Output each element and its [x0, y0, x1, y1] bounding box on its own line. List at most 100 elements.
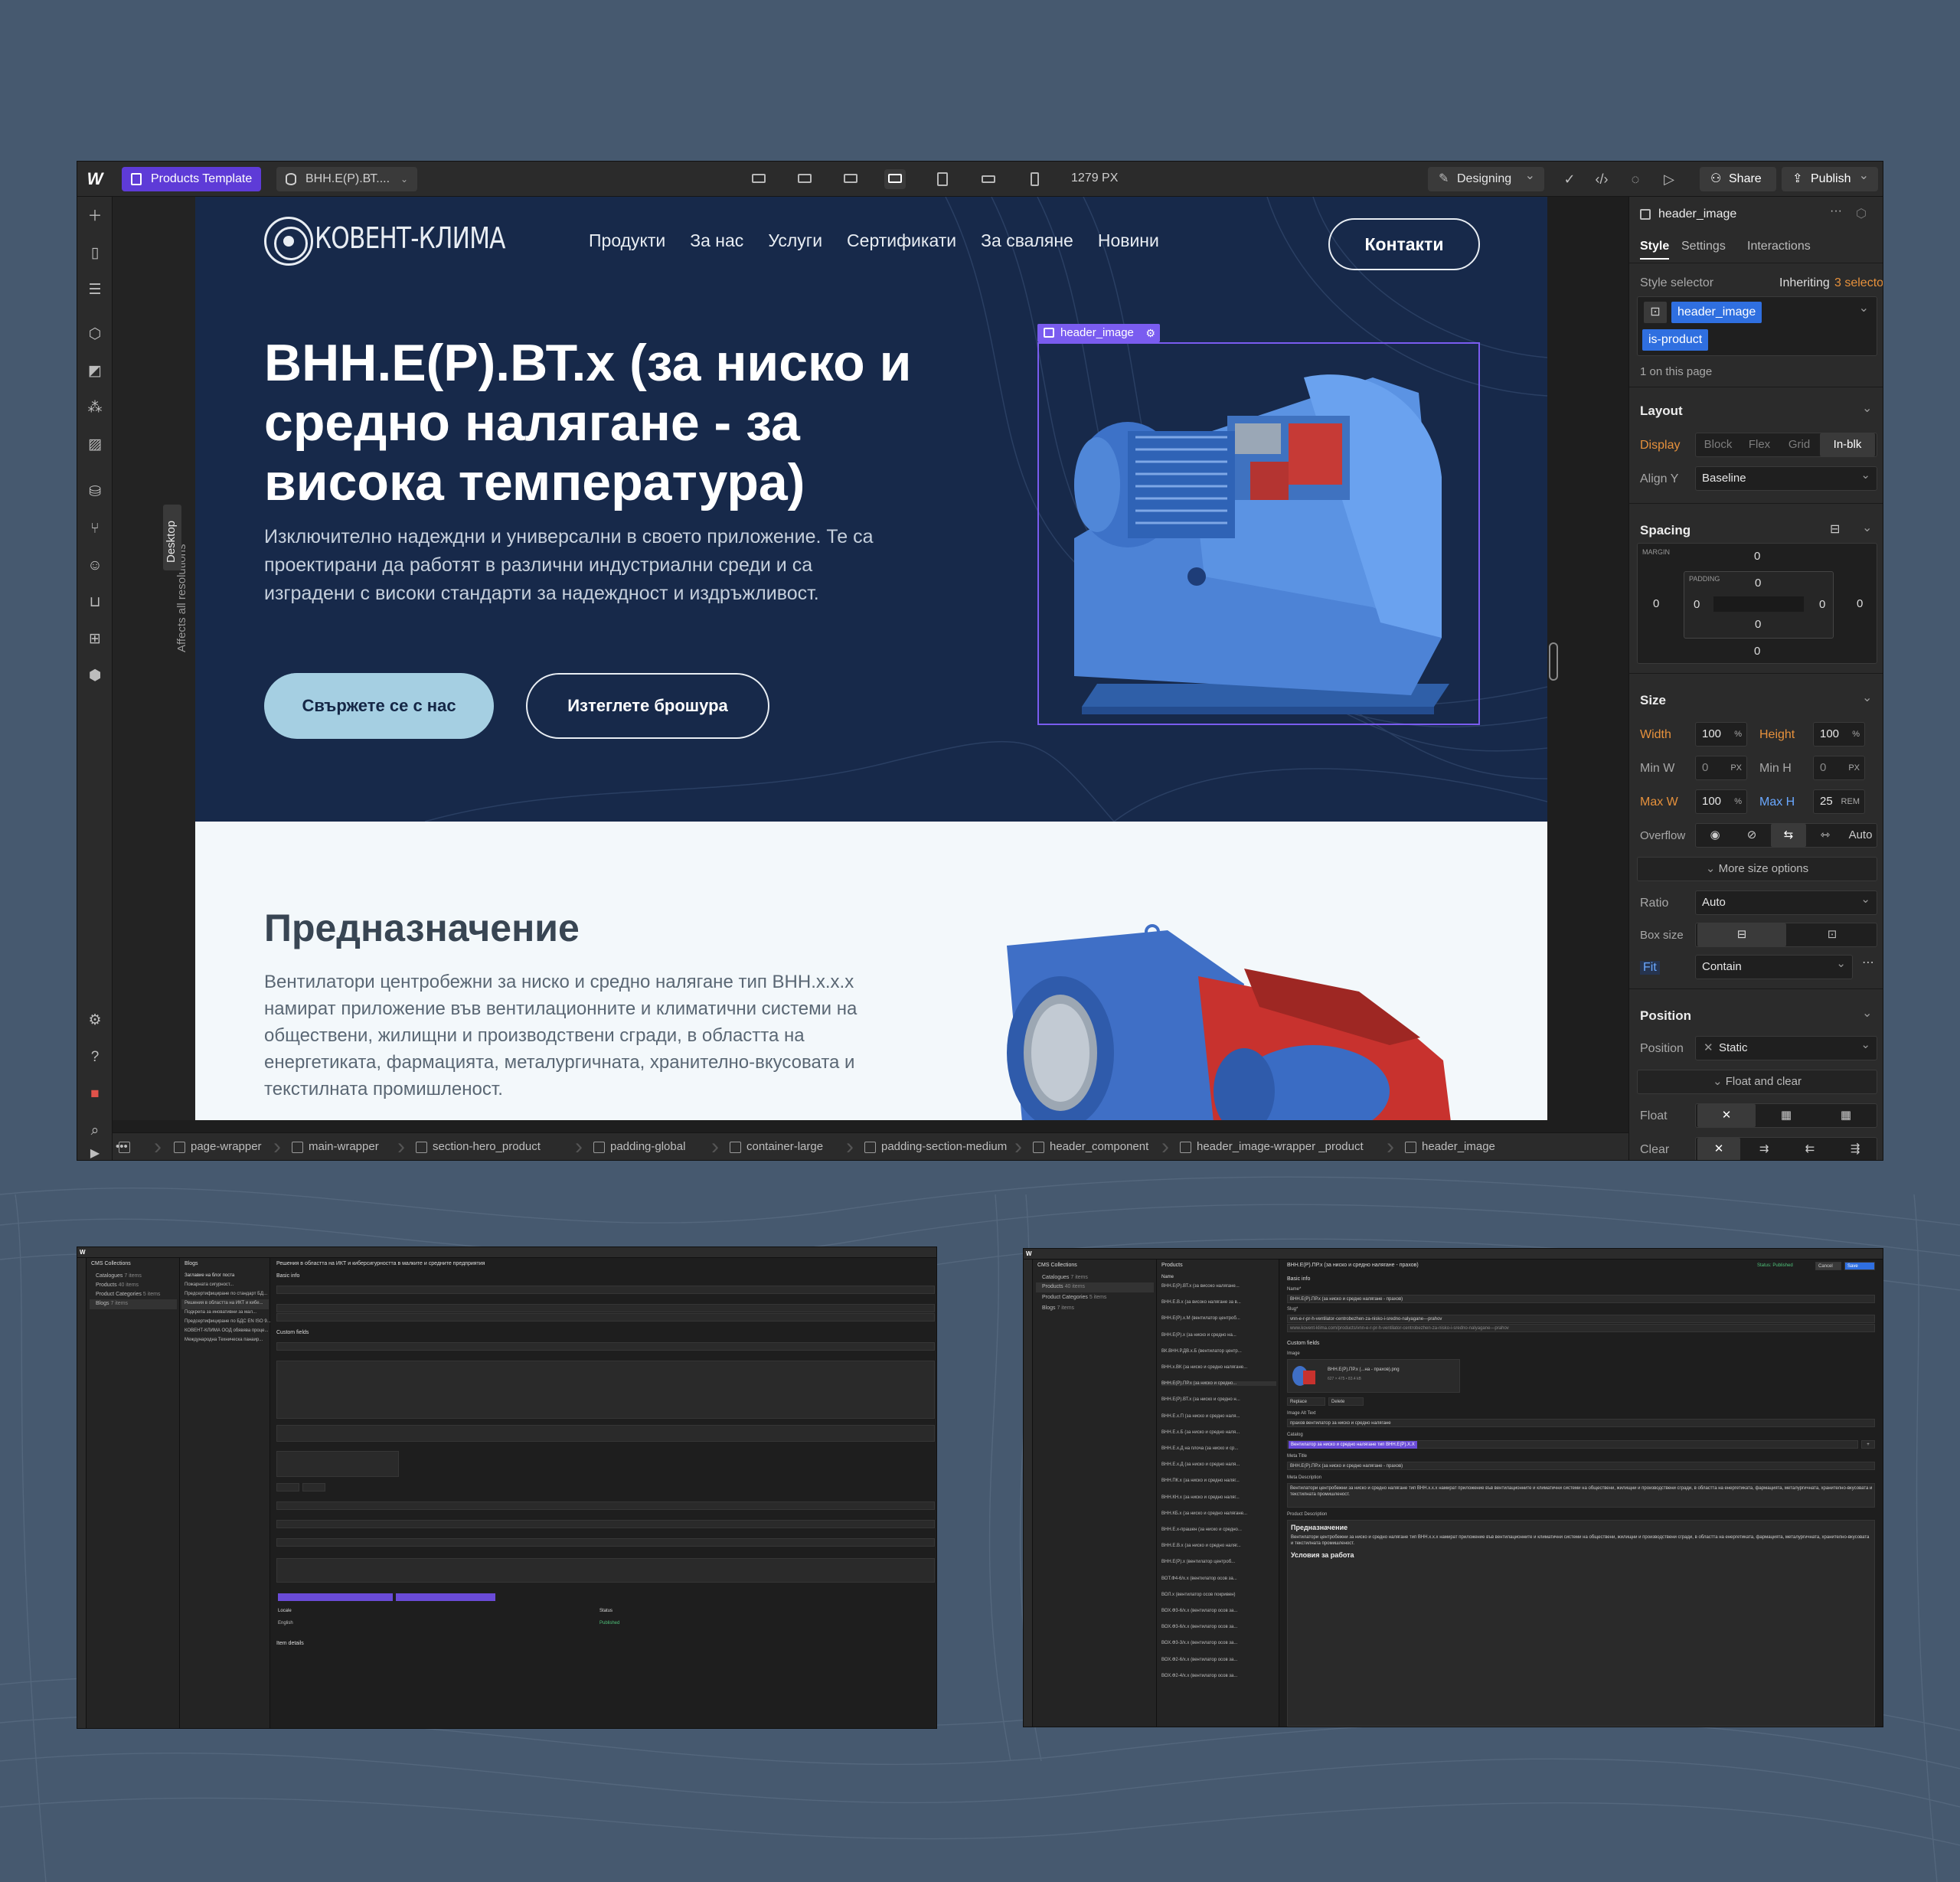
page-selector[interactable]: Products Template — [122, 167, 262, 191]
more-icon[interactable]: ••• — [116, 1140, 130, 1153]
audit-icon[interactable]: ■ — [86, 1085, 104, 1103]
list-item[interactable]: ВК.ВНН.Р.ДВ.х.Б (вентилатор центр... — [1161, 1349, 1242, 1354]
list-item[interactable]: ВОХ.Ф3-6/х.х (вентилатор осов за... — [1161, 1609, 1237, 1613]
nav-item-news[interactable]: Новини — [1098, 230, 1159, 251]
list-item[interactable]: Пожарната сигурност... — [185, 1282, 234, 1287]
alt-field[interactable]: прахов вентилатор за ниско и средно наля… — [1287, 1419, 1875, 1427]
collection-item[interactable]: Blogs 7 items — [96, 1301, 128, 1306]
collection-item[interactable]: Product Categories 5 items — [1042, 1295, 1106, 1300]
list-item[interactable]: ВОХ.Ф2-4/х.х (вентилатор осов за... — [1161, 1674, 1237, 1678]
overflow-scroll-icon[interactable]: ⇆ — [1771, 824, 1806, 847]
apps-icon[interactable]: ⊞ — [86, 630, 104, 649]
float-none-icon[interactable]: ✕ — [1697, 1104, 1756, 1127]
field[interactable] — [276, 1304, 935, 1312]
collection-item[interactable]: Products 40 items — [1042, 1284, 1085, 1289]
name-field[interactable]: ВНН.Е(Р).ПР.х (за ниско и средно наляган… — [1287, 1295, 1875, 1303]
class-tag-header-image[interactable]: header_image — [1671, 302, 1762, 323]
desktop-breakpoint-chip[interactable]: Desktop — [163, 505, 181, 570]
chevron-down-icon[interactable]: ⌄ — [1862, 400, 1872, 416]
breakpoint-tablet[interactable] — [932, 169, 953, 189]
max-width-input[interactable]: 100% — [1695, 789, 1747, 814]
float-clear-button[interactable]: ⌄ Float and clear — [1637, 1070, 1877, 1094]
spacing-preset-icon[interactable]: ⊟ — [1830, 521, 1840, 537]
padding-bottom[interactable]: 0 — [1755, 618, 1761, 631]
list-item[interactable]: Решения в областта на ИКТ и кибе... — [185, 1301, 263, 1305]
video-icon[interactable]: ▶ — [86, 1145, 104, 1160]
crumb-section-hero[interactable]: section-hero_product — [413, 1140, 541, 1153]
meta-desc-field[interactable]: Вентилатори центробежни за ниско и средн… — [1287, 1483, 1875, 1508]
list-item[interactable]: ВНН.Е(Р).х.М (вентилатор центроб... — [1161, 1316, 1240, 1321]
list-item[interactable]: ВНН.х.ВК (за ниско и средно налягане... — [1161, 1365, 1247, 1370]
code-icon[interactable]: ‹/› — [1593, 171, 1610, 188]
layout-section-title[interactable]: Layout — [1640, 404, 1683, 419]
spacing-section-title[interactable]: Spacing — [1640, 523, 1690, 538]
image-field[interactable] — [276, 1451, 399, 1477]
slug-field[interactable]: vnn-e-r-pr-h-ventilator-centrobezhen-za-… — [1287, 1315, 1875, 1323]
display-inline-block[interactable]: In-blk — [1820, 433, 1875, 456]
canvas-resize-handle[interactable] — [1549, 642, 1558, 681]
components-icon[interactable]: ⬡ — [86, 325, 104, 344]
crumb-page-wrapper[interactable]: page-wrapper — [171, 1140, 262, 1153]
display-grid[interactable]: Grid — [1780, 433, 1818, 456]
logic-icon[interactable]: ⑂ — [86, 520, 104, 538]
mode-selector[interactable]: ✎ Designing — [1428, 164, 1544, 191]
max-height-input[interactable]: 25 REM — [1813, 789, 1865, 814]
webflow-logo[interactable]: W — [83, 169, 106, 189]
crumb-padding-section[interactable]: padding-section-medium — [861, 1140, 1007, 1153]
catalog-pill[interactable]: Вентилатор за ниско и средно налягане ти… — [1289, 1441, 1417, 1449]
list-item[interactable]: ВОХ.Ф2-6/х.х (вентилатор осов за... — [1161, 1658, 1237, 1662]
gear-icon[interactable]: ⚙ — [1145, 324, 1155, 342]
padding-left[interactable]: 0 — [1694, 598, 1700, 611]
reference-pill[interactable] — [396, 1593, 495, 1601]
comment-icon[interactable]: ◌ — [1627, 171, 1644, 188]
slug-url[interactable]: www.kovent-klima.com/products/vnn-e-r-pr… — [1287, 1324, 1875, 1332]
list-item[interactable]: ВНН.Е(Р).ПР.х (за ниско и средно... — [1161, 1381, 1276, 1387]
chevron-down-icon[interactable]: ⌄ — [1862, 520, 1872, 535]
list-item[interactable]: ВНН.ПК.х (за ниско и средно наляг... — [1161, 1478, 1240, 1483]
list-item[interactable]: ВНН.Е(Р).х (за ниско и средно на... — [1161, 1333, 1236, 1338]
list-item[interactable]: ВОХ.Ф3-3/х.х (вентилатор осов за... — [1161, 1641, 1237, 1645]
list-item[interactable]: ВНН.Е.х.Д (за ниско и средно наля... — [1161, 1462, 1240, 1467]
fit-select[interactable]: Contain — [1695, 952, 1853, 979]
help-icon[interactable]: ? — [86, 1048, 104, 1067]
navigator-icon[interactable]: ☰ — [86, 281, 104, 299]
height-input[interactable]: 100% — [1813, 722, 1865, 747]
delete-button[interactable] — [302, 1483, 325, 1492]
list-item[interactable]: ВНН.Е.х-прашен (за ниско и средно... — [1161, 1527, 1242, 1532]
display-block[interactable]: Block — [1697, 433, 1739, 456]
chevron-down-icon[interactable]: ⌄ — [1862, 1005, 1872, 1021]
field[interactable] — [276, 1286, 935, 1294]
inheriting-count[interactable]: 3 selectors — [1834, 276, 1883, 290]
product-description-field[interactable]: Предназначение Вентилатори центробежни з… — [1287, 1520, 1875, 1727]
nav-item-products[interactable]: Продукти — [589, 230, 665, 251]
variables-icon[interactable]: ◩ — [86, 362, 104, 381]
collection-item[interactable]: Product Categories 5 items — [96, 1292, 160, 1297]
field[interactable] — [276, 1538, 935, 1547]
width-input[interactable]: 100% — [1695, 722, 1747, 747]
nav-item-downloads[interactable]: За сваляне — [981, 230, 1073, 251]
assets-icon[interactable]: ▨ — [86, 436, 104, 454]
clear-left-icon[interactable]: ⇉ — [1742, 1138, 1786, 1160]
hero-section[interactable]: КОВЕНТ-КЛИМА Продукти За нас Услуги Серт… — [195, 197, 1547, 822]
overflow-clip-icon[interactable]: ⇿ — [1808, 824, 1843, 847]
crumb-header-image-wrapper[interactable]: header_image-wrapper _product — [1177, 1140, 1364, 1153]
float-right-icon[interactable]: ▦ — [1817, 1104, 1875, 1127]
min-height-input[interactable]: 0 PX — [1813, 756, 1865, 780]
crumb-container-large[interactable]: container-large — [727, 1140, 823, 1153]
replace-button[interactable] — [276, 1483, 299, 1492]
cancel-button[interactable]: Cancel — [1815, 1262, 1841, 1270]
breakpoint-mobile-portrait[interactable] — [1024, 169, 1045, 189]
list-item[interactable]: ВНН.Е.х.П (за ниско и средно наля... — [1161, 1414, 1240, 1419]
breakpoint-desktop-md[interactable] — [840, 169, 861, 189]
display-flex[interactable]: Flex — [1740, 433, 1779, 456]
field[interactable] — [276, 1342, 935, 1351]
cms-icon[interactable]: ⛁ — [86, 483, 104, 502]
selector-field[interactable]: ⊡ header_image is-product ⌄ — [1637, 296, 1877, 356]
crumb-header-image[interactable]: header_image — [1402, 1140, 1495, 1153]
add-icon[interactable]: + — [1861, 1440, 1875, 1449]
align-y-select[interactable]: Baseline — [1695, 464, 1877, 491]
tab-settings[interactable]: Settings — [1681, 240, 1726, 253]
list-item[interactable]: ВНН.Е(Р).ВТ.х (за високо налягане... — [1161, 1284, 1240, 1289]
overflow-visible-icon[interactable]: ◉ — [1697, 824, 1733, 847]
float-left-icon[interactable]: ▦ — [1757, 1104, 1815, 1127]
